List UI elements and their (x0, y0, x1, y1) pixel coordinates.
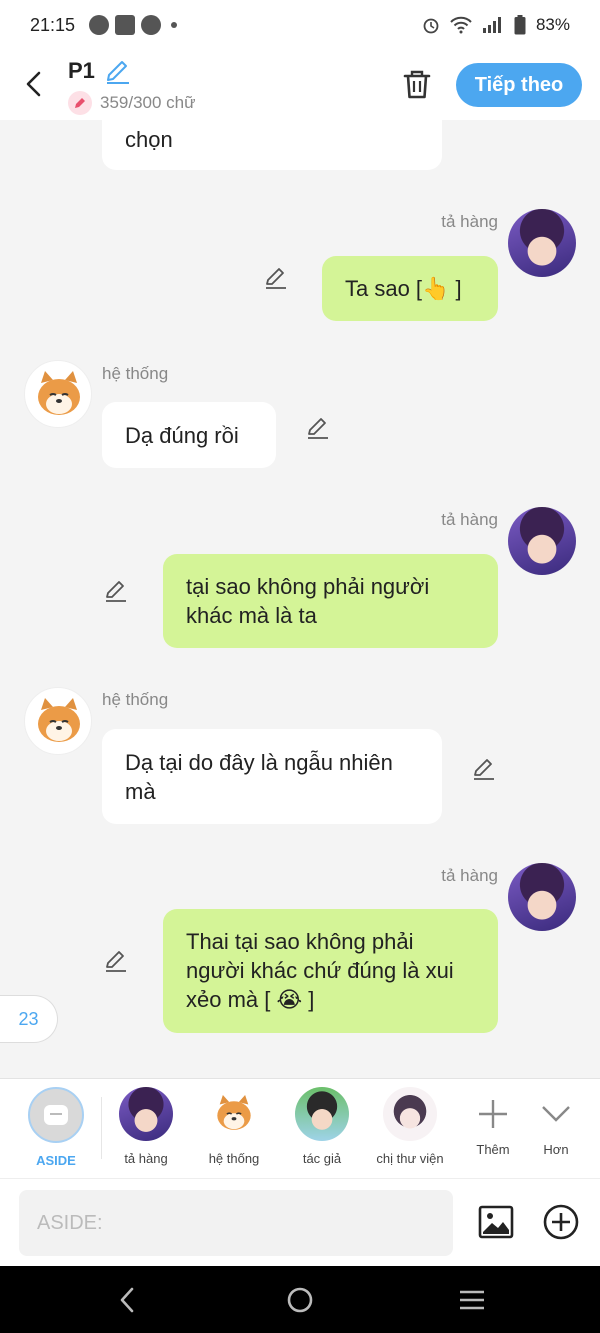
input-bar: ASIDE: (0, 1178, 600, 1266)
next-button[interactable]: Tiếp theo (456, 63, 582, 107)
message-text: Ta sao [👆 ] (345, 276, 462, 301)
notification-icon (89, 15, 110, 35)
shiba-avatar-icon (38, 371, 80, 415)
character-label: tả hàng (124, 1151, 168, 1166)
message-bubble[interactable]: chọn (102, 120, 442, 170)
nav-home-icon[interactable] (284, 1284, 316, 1316)
pencil-icon[interactable] (104, 58, 132, 86)
image-icon[interactable] (477, 1203, 515, 1241)
editor-header: P1 359/300 chữ Tiếp theo (0, 50, 600, 120)
wifi-icon (450, 16, 472, 34)
message-text: Thai tại sao không phải người khác chứ đ… (186, 929, 454, 1012)
back-arrow-icon[interactable] (22, 70, 46, 98)
pencil-badge-icon (68, 91, 92, 115)
character-label: ASIDE (36, 1153, 76, 1168)
avatar[interactable] (24, 360, 92, 428)
plus-icon (479, 1100, 507, 1128)
status-right: 83% (422, 15, 570, 35)
message-bubble[interactable]: Dạ tại do đây là ngẫu nhiên mà (102, 729, 442, 824)
sender-name: tả hàng (441, 510, 498, 529)
floating-counter-badge[interactable]: 23 (0, 995, 58, 1043)
character-avatar (383, 1087, 437, 1141)
more-notifications-icon (171, 22, 178, 28)
avatar[interactable] (24, 687, 92, 755)
character-avatar (295, 1087, 349, 1141)
page-title: P1 (68, 58, 95, 83)
sender-name: tả hàng (441, 866, 498, 885)
word-count-text: 359/300 chữ (100, 93, 196, 112)
shiba-avatar-icon (207, 1087, 261, 1141)
status-time: 21:15 (30, 14, 76, 35)
character-he-thong[interactable]: hệ thống (189, 1087, 279, 1166)
message-text: Dạ đúng rồi (125, 423, 239, 448)
notification-icon (141, 15, 162, 35)
nav-back-icon[interactable] (112, 1284, 144, 1316)
character-label: chị thư viện (376, 1151, 444, 1166)
battery-level: 83% (535, 15, 570, 34)
edit-message-icon[interactable] (103, 578, 129, 604)
avatar[interactable] (508, 209, 576, 277)
shiba-avatar-icon (38, 698, 80, 742)
character-bar: ASIDE tả hàng hệ thống tác giả chị thư v… (0, 1078, 600, 1178)
alarm-icon (423, 18, 439, 34)
more-label: Hơn (543, 1142, 569, 1157)
trash-icon[interactable] (400, 67, 434, 101)
message-input[interactable]: ASIDE: (19, 1190, 453, 1256)
message-text: Dạ tại do đây là ngẫu nhiên mà (125, 750, 393, 804)
edit-message-icon[interactable] (103, 948, 129, 974)
message-bubble[interactable]: Thai tại sao không phải người khác chứ đ… (163, 909, 498, 1033)
mail-icon (115, 15, 136, 35)
sender-name: hệ thống (102, 690, 169, 709)
sender-name: tả hàng (441, 212, 498, 231)
character-chi-thu-vien[interactable]: chị thư viện (365, 1087, 455, 1166)
sender-name: hệ thống (102, 364, 169, 383)
message-bubble[interactable]: tại sao không phải người khác mà là ta (163, 554, 498, 648)
character-tac-gia[interactable]: tác giả (277, 1087, 367, 1166)
word-count: 359/300 chữ (68, 91, 196, 115)
character-avatar (119, 1087, 173, 1141)
edit-message-icon[interactable] (305, 415, 331, 441)
chevron-down-icon (542, 1106, 570, 1122)
add-circle-icon[interactable] (542, 1203, 580, 1241)
avatar[interactable] (508, 507, 576, 575)
character-aside[interactable]: ASIDE (11, 1087, 101, 1168)
signal-icon (482, 17, 501, 33)
chat-bubble-icon (44, 1105, 68, 1125)
edit-message-icon[interactable] (263, 265, 289, 291)
message-text: tại sao không phải người khác mà là ta (186, 574, 430, 628)
system-nav-bar (0, 1266, 600, 1333)
message-text: chọn (125, 127, 173, 152)
edit-message-icon[interactable] (471, 756, 497, 782)
character-label: tác giả (302, 1151, 342, 1166)
character-label: hệ thống (208, 1151, 260, 1166)
message-bubble[interactable]: Dạ đúng rồi (102, 402, 276, 468)
avatar[interactable] (508, 863, 576, 931)
status-bar: 21:15 83% (0, 0, 600, 50)
nav-menu-icon[interactable] (456, 1284, 488, 1316)
chat-area[interactable]: chọn tả hàng Ta sao [👆 ] hệ thống Dạ đún… (0, 120, 600, 1078)
message-bubble[interactable]: Ta sao [👆 ] (322, 256, 498, 321)
character-ta-hang[interactable]: tả hàng (101, 1087, 191, 1166)
aside-avatar (28, 1087, 84, 1143)
more-button[interactable]: Hơn (511, 1087, 600, 1157)
battery-icon (514, 15, 526, 35)
character-avatar (207, 1087, 261, 1141)
